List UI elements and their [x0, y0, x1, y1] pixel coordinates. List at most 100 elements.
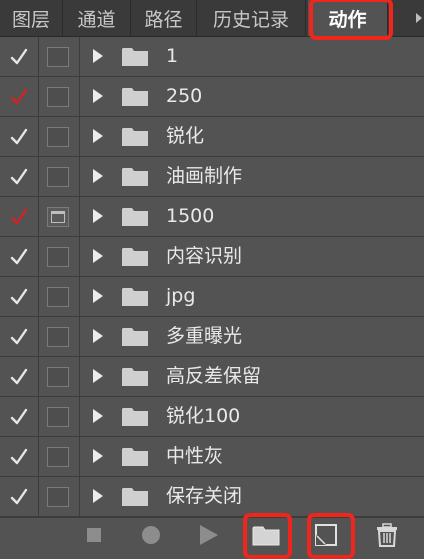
dialog-toggle-box	[47, 47, 69, 67]
action-set-row[interactable]: 锐化100	[0, 397, 424, 437]
expand-triangle-icon[interactable]	[92, 288, 104, 308]
checkmark-icon	[10, 448, 28, 465]
toggle-item-cell[interactable]	[0, 157, 39, 196]
actions-toolbar	[0, 517, 424, 555]
expand-triangle-icon[interactable]	[92, 408, 104, 428]
record-icon	[141, 525, 161, 549]
stop-button[interactable]	[80, 518, 108, 555]
expand-triangle-icon[interactable]	[92, 48, 104, 68]
delete-button[interactable]	[372, 518, 402, 555]
folder-icon	[122, 486, 148, 510]
tab-history[interactable]: 历史记录	[197, 0, 306, 36]
toggle-dialog-cell[interactable]	[39, 477, 80, 516]
toggle-dialog-cell[interactable]	[39, 317, 80, 356]
action-set-label: 保存关闭	[166, 485, 243, 507]
toggle-dialog-cell[interactable]	[39, 197, 80, 236]
toggle-item-cell[interactable]	[0, 477, 39, 516]
expand-triangle-icon[interactable]	[92, 208, 104, 228]
toggle-dialog-cell[interactable]	[39, 437, 80, 476]
toggle-dialog-cell[interactable]	[39, 77, 80, 116]
action-set-row[interactable]: jpg	[0, 277, 424, 317]
play-button[interactable]	[194, 518, 224, 555]
new-action-button[interactable]	[310, 518, 342, 555]
toggle-item-cell[interactable]	[0, 277, 39, 316]
action-set-label: 250	[166, 85, 203, 107]
action-set-row[interactable]: 多重曝光	[0, 317, 424, 357]
dialog-toggle-box	[47, 367, 69, 387]
dialog-icon	[47, 207, 69, 227]
checkmark-icon	[10, 408, 28, 425]
expand-triangle-icon[interactable]	[92, 448, 104, 468]
dialog-toggle-box	[47, 287, 69, 307]
new-set-button[interactable]	[246, 518, 286, 555]
expand-triangle-icon[interactable]	[92, 168, 104, 188]
folder-icon	[122, 366, 148, 390]
action-set-label: 多重曝光	[166, 325, 243, 347]
expand-triangle-icon[interactable]	[92, 328, 104, 348]
expand-triangle-icon[interactable]	[92, 488, 104, 508]
action-set-label: 1500	[166, 205, 215, 227]
toggle-item-cell[interactable]	[0, 317, 39, 356]
checkmark-icon	[10, 48, 28, 65]
action-set-label: 高反差保留	[166, 365, 262, 387]
panel-menu-icon[interactable]	[388, 0, 424, 36]
stop-icon	[87, 527, 101, 546]
folder-icon	[122, 46, 148, 70]
toggle-dialog-cell[interactable]	[39, 37, 80, 76]
action-set-label: 油画制作	[166, 165, 243, 187]
checkmark-icon	[10, 248, 28, 265]
dialog-toggle-box	[47, 87, 69, 107]
action-set-label: 内容识别	[166, 245, 243, 267]
action-set-label: 锐化	[166, 125, 205, 147]
new-action-icon	[315, 523, 337, 550]
action-set-row[interactable]: 高反差保留	[0, 357, 424, 397]
action-set-label: jpg	[166, 285, 196, 307]
action-set-row[interactable]: 1500	[0, 197, 424, 237]
actions-list: 1 250 锐化油画制作 1500 内容识别 jpg 多重曝光高反差保留锐化100 中性灰保存…	[0, 37, 424, 517]
dialog-toggle-box	[47, 407, 69, 427]
expand-triangle-icon[interactable]	[92, 88, 104, 108]
toggle-item-cell[interactable]	[0, 437, 39, 476]
folder-icon	[122, 406, 148, 430]
action-set-row[interactable]: 锐化	[0, 117, 424, 157]
action-set-label: 1	[166, 45, 179, 67]
action-set-row[interactable]: 内容识别	[0, 237, 424, 277]
toggle-item-cell[interactable]	[0, 197, 39, 236]
action-set-row[interactable]: 250	[0, 77, 424, 117]
toggle-dialog-cell[interactable]	[39, 157, 80, 196]
folder-icon	[122, 166, 148, 190]
toggle-dialog-cell[interactable]	[39, 357, 80, 396]
action-set-label: 中性灰	[166, 445, 224, 467]
dialog-toggle-box	[47, 167, 69, 187]
record-button[interactable]	[136, 518, 166, 555]
action-set-row[interactable]: 1	[0, 37, 424, 77]
dialog-toggle-box	[47, 247, 69, 267]
toggle-item-cell[interactable]	[0, 237, 39, 276]
folder-icon	[122, 446, 148, 470]
dialog-toggle-box	[47, 447, 69, 467]
trash-icon	[376, 522, 398, 551]
expand-triangle-icon[interactable]	[92, 248, 104, 268]
folder-icon	[122, 206, 148, 230]
toggle-item-cell[interactable]	[0, 357, 39, 396]
toggle-item-cell[interactable]	[0, 37, 39, 76]
tab-paths[interactable]: 路径	[131, 0, 197, 36]
action-set-row[interactable]: 保存关闭	[0, 477, 424, 517]
expand-triangle-icon[interactable]	[92, 128, 104, 148]
toggle-dialog-cell[interactable]	[39, 117, 80, 156]
toggle-item-cell[interactable]	[0, 397, 39, 436]
action-set-row[interactable]: 油画制作	[0, 157, 424, 197]
tab-layers[interactable]: 图层	[0, 0, 63, 36]
expand-triangle-icon[interactable]	[92, 368, 104, 388]
tab-channels[interactable]: 通道	[63, 0, 131, 36]
toggle-dialog-cell[interactable]	[39, 397, 80, 436]
toggle-item-cell[interactable]	[0, 117, 39, 156]
folder-icon	[122, 246, 148, 270]
tab-actions[interactable]: 动作	[308, 0, 388, 36]
toggle-dialog-cell[interactable]	[39, 277, 80, 316]
toggle-dialog-cell[interactable]	[39, 237, 80, 276]
toggle-item-cell[interactable]	[0, 77, 39, 116]
panel-tab-bar: 图层 通道 路径 历史记录 动作	[0, 0, 424, 37]
action-set-label: 锐化100	[166, 405, 241, 427]
action-set-row[interactable]: 中性灰	[0, 437, 424, 477]
